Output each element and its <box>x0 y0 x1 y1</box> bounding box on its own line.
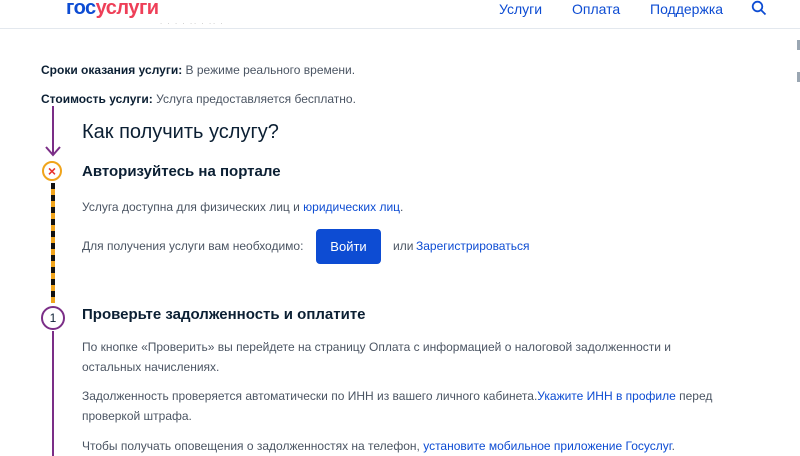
step-number-badge: 1 <box>41 306 65 330</box>
specify-inn-link[interactable]: Укажите ИНН в профиле <box>537 389 675 403</box>
step-1-title: Проверьте задолженность и оплатите <box>82 306 366 323</box>
paragraph-2-text: Задолженность проверяется автоматически … <box>82 389 538 403</box>
arrow-down-icon <box>45 106 61 157</box>
step-auth-title: Авторизуйтесь на портале <box>82 163 281 180</box>
step-error-marker: × <box>42 161 62 181</box>
step-1-paragraph-1: По кнопке «Проверить» вы перейдете на ст… <box>82 337 671 377</box>
search-icon[interactable] <box>751 0 767 16</box>
gosuslugi-logo[interactable]: госуслуги <box>66 0 159 20</box>
paragraph-3-text: Чтобы получать оповещения о задолженност… <box>82 439 424 453</box>
logo-part2: услуги <box>95 0 159 19</box>
how-to-get-heading: Как получить услугу? <box>82 121 279 143</box>
paragraph-1-line-2: остальных начислениях. <box>82 360 220 374</box>
paragraph-1-line-1: По кнопке «Проверить» вы перейдете на ст… <box>82 340 672 354</box>
logo-part1: гос <box>66 0 96 19</box>
cost-row: Стоимость услуги: Услуга предоставляется… <box>41 92 356 106</box>
close-icon: × <box>47 163 57 179</box>
step-connector-line <box>52 331 54 456</box>
nav-support[interactable]: Поддержка <box>650 1 723 17</box>
paragraph-2-suffix: перед <box>675 389 713 403</box>
login-button[interactable]: Войти <box>316 229 381 264</box>
step-auth-text: Услуга доступна для физических лиц и юри… <box>82 197 403 217</box>
cost-label: Стоимость услуги: <box>41 92 153 106</box>
step-1-paragraph-2: Задолженность проверяется автоматически … <box>82 386 712 426</box>
register-link[interactable]: Зарегистрироваться <box>416 236 529 256</box>
step-auth-text-suffix: . <box>400 200 404 214</box>
step-1-paragraph-3: Чтобы получать оповещения о задолженност… <box>82 436 675 456</box>
terms-label: Сроки оказания услуги: <box>41 63 183 77</box>
nav-payment[interactable]: Оплата <box>572 1 620 17</box>
cost-value: Услуга предоставляется бесплатно. <box>156 92 356 106</box>
top-header: госуслуги Услуги Оплата Поддержка <box>0 0 800 29</box>
terms-value: В режиме реального времени. <box>185 63 356 77</box>
login-prompt: Для получения услуги вам необходимо: <box>82 239 304 253</box>
cut-off-text: ˙ ˙ ˙ ˙ ˙˙ ˙ ˙˙ ˙ <box>160 22 225 32</box>
legal-entities-link[interactable]: юридических лиц <box>303 200 400 214</box>
terms-row: Сроки оказания услуги: В режиме реальног… <box>41 63 355 77</box>
paragraph-2-line-2: проверкой штрафа. <box>82 409 192 423</box>
paragraph-3-suffix: . <box>671 439 675 453</box>
install-app-link[interactable]: установите мобильное приложение Госуслуг <box>423 439 671 453</box>
nav-services[interactable]: Услуги <box>499 1 542 17</box>
step-connector-dashed <box>51 183 55 303</box>
step-auth-text-prefix: Услуга доступна для физических лиц и <box>82 200 300 214</box>
or-text: или <box>393 239 414 253</box>
